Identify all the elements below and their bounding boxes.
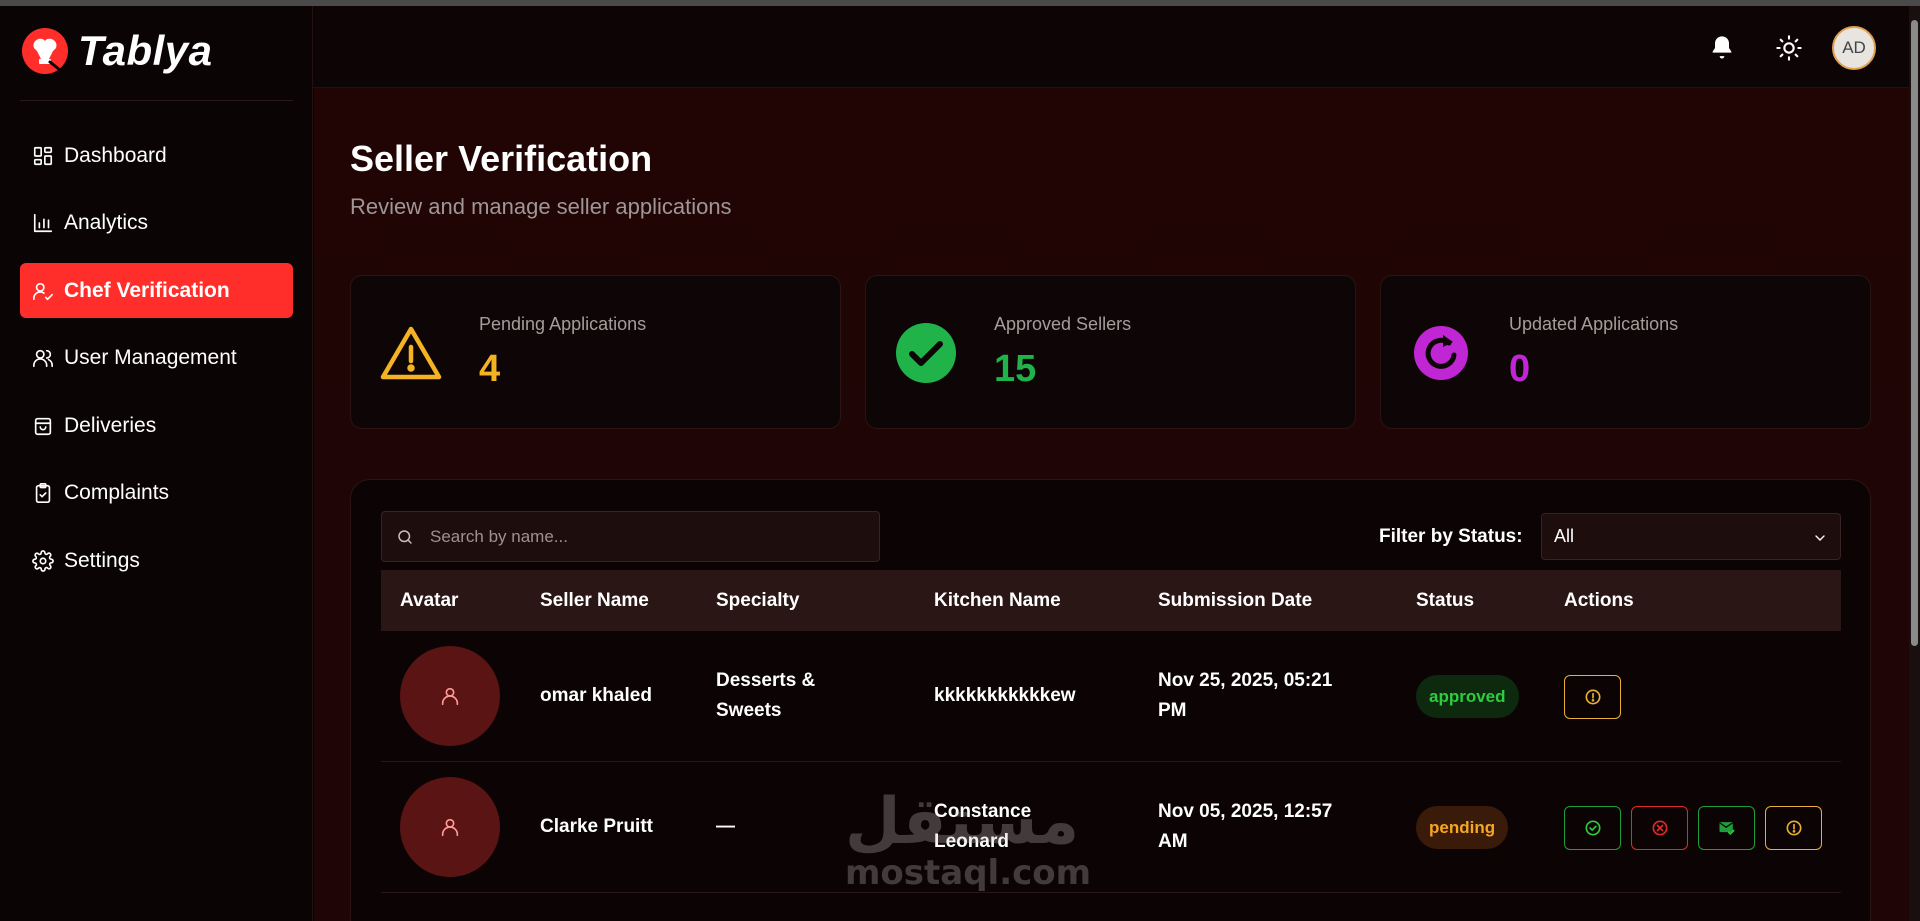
- status-badge: pending: [1416, 806, 1509, 849]
- top-header: AD: [313, 6, 1909, 88]
- table-row: Clarke Pruitt — Constance Leonard Nov 05…: [381, 762, 1841, 893]
- users-icon: [32, 347, 54, 369]
- user-check-icon: [32, 280, 54, 302]
- stat-label: Pending Applications: [479, 314, 647, 334]
- applications-panel: Filter by Status: All Avatar Seller Name…: [350, 479, 1871, 921]
- brand-divider: [20, 100, 293, 101]
- filter-selected-value: All: [1554, 526, 1575, 546]
- sidebar-item-settings[interactable]: Settings: [20, 533, 293, 588]
- refresh-circle-icon: [1414, 326, 1468, 380]
- user-avatar-button[interactable]: AD: [1832, 26, 1876, 70]
- column-header: Avatar: [400, 590, 459, 611]
- page-scrollbar[interactable]: [1909, 6, 1920, 921]
- seller-name: Clarke Pruitt: [540, 816, 653, 837]
- column-header: Seller Name: [540, 590, 649, 611]
- info-circle-icon: [1786, 820, 1801, 836]
- status-filter-select[interactable]: All: [1541, 513, 1841, 560]
- stat-card-approved: Approved Sellers 15: [865, 275, 1356, 429]
- view-details-button[interactable]: [1765, 806, 1822, 850]
- page-subtitle: Review and manage seller applications: [350, 194, 732, 219]
- seller-avatar: [400, 646, 500, 746]
- sidebar-item-label: User Management: [64, 346, 237, 369]
- search-icon: [398, 530, 412, 544]
- submission-date-cont: PM: [1158, 700, 1187, 721]
- bag-icon: [32, 415, 54, 437]
- stat-value: 4: [479, 348, 501, 390]
- stat-card-updated: Updated Applications 0: [1380, 275, 1871, 429]
- filter-label: Filter by Status:: [1379, 526, 1523, 547]
- kitchen-name: kkkkkkkkkkkew: [934, 685, 1076, 706]
- sidebar-item-dashboard[interactable]: Dashboard: [20, 128, 293, 183]
- seller-specialty: —: [716, 816, 735, 837]
- message-button[interactable]: [1698, 806, 1755, 850]
- submission-date: Nov 25, 2025, 05:21: [1158, 670, 1333, 691]
- theme-toggle-button[interactable]: [1769, 28, 1809, 68]
- search-input[interactable]: [430, 512, 870, 561]
- seller-specialty-cont: Sweets: [716, 700, 782, 721]
- notifications-button[interactable]: [1702, 28, 1742, 68]
- applications-table: Avatar Seller Name Specialty Kitchen Nam…: [381, 570, 1841, 893]
- sidebar-item-label: Complaints: [64, 481, 170, 504]
- bell-icon: [1712, 36, 1732, 59]
- sidebar-item-label: Settings: [64, 548, 140, 572]
- info-circle-icon: [1585, 689, 1600, 705]
- sidebar-item-complaints[interactable]: Complaints: [20, 466, 293, 521]
- table-row: omar khaled Desserts & Sweets kkkkkkkkkk…: [381, 631, 1841, 762]
- chevron-down-icon: [1815, 535, 1825, 541]
- sidebar-item-label: Dashboard: [64, 143, 167, 167]
- check-circle-icon: [896, 323, 956, 383]
- seller-avatar: [400, 777, 500, 877]
- check-circle-icon: [1585, 820, 1600, 836]
- seller-specialty: Desserts &: [716, 670, 816, 691]
- user-icon: [441, 818, 459, 837]
- stat-label: Updated Applications: [1509, 314, 1679, 334]
- clipboard-icon: [32, 482, 54, 504]
- chef-hat-logo-icon: [22, 28, 68, 74]
- sidebar-item-label: Deliveries: [64, 413, 157, 437]
- search-box[interactable]: [381, 511, 880, 562]
- table-header: Avatar Seller Name Specialty Kitchen Nam…: [381, 570, 1841, 631]
- seller-name: omar khaled: [540, 685, 652, 706]
- brand-name: Tablya: [78, 27, 213, 74]
- stat-card-pending: Pending Applications 4: [350, 275, 841, 429]
- column-header: Submission Date: [1158, 590, 1313, 611]
- kitchen-name: Constance: [934, 801, 1032, 822]
- brand[interactable]: Tablya: [20, 26, 213, 76]
- stat-value: 0: [1509, 348, 1531, 390]
- page-title: Seller Verification: [350, 138, 653, 179]
- column-header: Kitchen Name: [934, 590, 1061, 611]
- sidebar-item-label: Chef Verification: [64, 278, 230, 302]
- column-header: Status: [1416, 590, 1475, 611]
- sidebar-item-analytics[interactable]: Analytics: [20, 196, 293, 251]
- sidebar-item-chef-verification[interactable]: Chef Verification: [20, 263, 293, 318]
- warning-triangle-icon: [380, 326, 442, 380]
- column-header: Actions: [1564, 590, 1634, 611]
- stat-label: Approved Sellers: [994, 314, 1132, 334]
- column-header: Specialty: [716, 590, 800, 611]
- bar-chart-icon: [32, 212, 54, 234]
- status-badge: approved: [1416, 675, 1519, 718]
- sun-icon: [1776, 35, 1802, 61]
- view-details-button[interactable]: [1564, 675, 1621, 719]
- sidebar: Tablya Dashboard Analytics Chef Verifica…: [0, 6, 313, 921]
- reject-button[interactable]: [1631, 806, 1688, 850]
- kitchen-name-cont: Leonard: [934, 831, 1009, 852]
- sidebar-item-label: Analytics: [64, 211, 149, 234]
- approve-button[interactable]: [1564, 806, 1621, 850]
- mail-check-icon: [1719, 822, 1734, 836]
- sidebar-item-user-management[interactable]: User Management: [20, 331, 293, 386]
- user-icon: [441, 687, 459, 706]
- sidebar-nav: Dashboard Analytics Chef Verification Us…: [20, 128, 293, 601]
- submission-date: Nov 05, 2025, 12:57: [1158, 801, 1333, 822]
- main-content: Seller Verification Review and manage se…: [314, 88, 1909, 921]
- gear-icon: [32, 549, 54, 572]
- sidebar-item-deliveries[interactable]: Deliveries: [20, 398, 293, 453]
- submission-date-cont: AM: [1158, 831, 1188, 852]
- grid-icon: [32, 145, 54, 167]
- stat-value: 15: [994, 348, 1037, 390]
- scrollbar-thumb[interactable]: [1911, 20, 1918, 646]
- x-circle-icon: [1652, 820, 1667, 836]
